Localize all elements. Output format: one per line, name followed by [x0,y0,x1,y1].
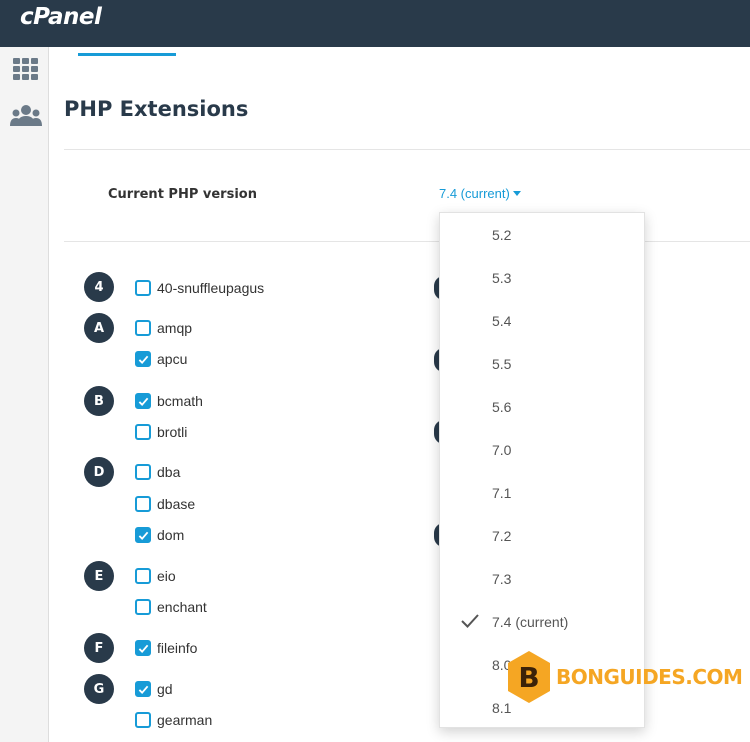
extension-checkbox[interactable]: enchant [135,598,207,616]
divider [64,241,750,242]
extension-label: 40-snuffleupagus [157,280,265,296]
cpanel-logo[interactable]: cPanel [20,4,102,30]
php-version-value: 7.4 (current) [439,186,510,201]
caret-down-icon [512,191,521,196]
extension-checkbox[interactable]: 40-snuffleupagus [135,279,264,297]
extension-label: amqp [157,320,193,336]
menu-item-version[interactable]: 7.0 [440,428,644,471]
extension-label: brotli [157,424,188,440]
menu-item-version[interactable]: 5.4 [440,299,644,342]
sidebar [0,47,49,742]
bonguides-logo-icon: B [508,651,550,703]
checkbox-icon[interactable] [135,280,151,296]
extension-checkbox[interactable]: dba [135,463,180,481]
grid-icon[interactable] [10,56,42,84]
menu-item-version[interactable]: 7.2 [440,514,644,557]
extension-checkbox[interactable]: bcmath [135,392,203,410]
top-bar: cPanel [0,0,750,47]
checkbox-icon[interactable] [135,424,151,440]
checkbox-icon[interactable] [135,640,151,656]
letter-badge: E [84,561,114,591]
extension-checkbox[interactable]: fileinfo [135,639,197,657]
extension-checkbox[interactable]: amqp [135,319,192,337]
extension-label: bcmath [157,393,203,409]
letter-badge: F [84,633,114,663]
checkbox-icon[interactable] [135,527,151,543]
page-title: PHP Extensions [64,97,249,121]
checkbox-icon[interactable] [135,496,151,512]
checkbox-icon[interactable] [135,599,151,615]
users-icon[interactable] [10,102,42,130]
menu-item-version[interactable]: 5.6 [440,385,644,428]
menu-item-version[interactable]: 7.1 [440,471,644,514]
watermark-text: BONGUIDES.COM [556,665,743,689]
extension-label: gd [157,681,173,697]
menu-item-version[interactable]: 7.3 [440,557,644,600]
letter-badge: B [84,386,114,416]
checkbox-icon[interactable] [135,464,151,480]
extension-label: apcu [157,351,188,367]
menu-item-version[interactable]: 5.5 [440,342,644,385]
letter-badge: 4 [84,272,114,302]
menu-item-label: 7.4 (current) [492,613,569,630]
extension-label: dbase [157,496,196,512]
extension-label: eio [157,568,176,584]
extension-checkbox[interactable]: eio [135,567,176,585]
watermark-mark: B [518,661,539,694]
checkmark-icon [461,614,479,628]
bonguides-watermark: B BONGUIDES.COM [507,650,743,704]
extension-label: enchant [157,599,207,615]
checkbox-icon[interactable] [135,320,151,336]
extension-checkbox[interactable]: gd [135,680,173,698]
checkbox-icon[interactable] [135,568,151,584]
letter-badge: D [84,457,114,487]
php-version-dropdown-toggle[interactable]: 7.4 (current) [439,186,521,201]
checkbox-icon[interactable] [135,351,151,367]
extension-checkbox[interactable]: dbase [135,495,195,513]
checkbox-icon[interactable] [135,681,151,697]
menu-item-version[interactable]: 5.2 [440,213,644,256]
divider [64,149,750,150]
menu-item-version[interactable]: 5.3 [440,256,644,299]
checkbox-icon[interactable] [135,712,151,728]
extension-label: fileinfo [157,640,198,656]
letter-badge: A [84,313,114,343]
extension-checkbox[interactable]: dom [135,526,184,544]
extension-label: gearman [157,712,213,728]
extension-checkbox[interactable]: brotli [135,423,187,441]
extension-label: dom [157,527,185,543]
php-version-label: Current PHP version [108,187,257,202]
extension-label: dba [157,464,181,480]
letter-badge: G [84,674,114,704]
extension-checkbox[interactable]: gearman [135,711,212,729]
extension-checkbox[interactable]: apcu [135,350,187,368]
active-tab-indicator [78,53,176,56]
menu-item-version-selected[interactable]: 7.4 (current) [440,600,644,643]
checkbox-icon[interactable] [135,393,151,409]
